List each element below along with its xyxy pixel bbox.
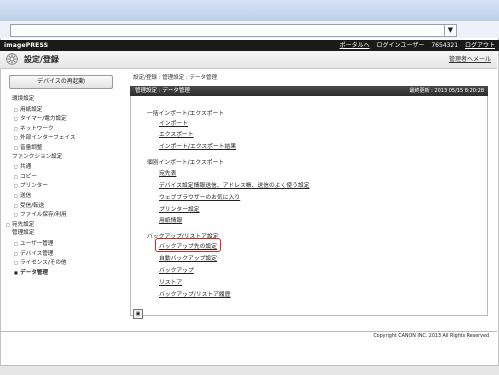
sidebar-item-timer-power[interactable]: □ タイマー/電力設定 bbox=[3, 114, 125, 124]
link-import-export-result[interactable]: インポート/エクスポート結果 bbox=[159, 141, 236, 150]
section-heading-bulk: 一括インポート/エクスポート bbox=[147, 111, 225, 117]
sidebar-item-label: タイマー/電力設定 bbox=[20, 116, 67, 123]
link-import[interactable]: インポート bbox=[159, 118, 188, 127]
brand-header: imagePRESS ポータルへ ログインユーザー 7654321 ログアウト bbox=[0, 40, 499, 51]
sidebar-item-label: コピー bbox=[20, 173, 37, 180]
sidebar-item-label: 共通 bbox=[20, 164, 32, 171]
sidebar-item-device-management[interactable]: □ デバイス管理 bbox=[3, 249, 125, 259]
link-backup-restore-history[interactable]: バックアップ/リストア履歴 bbox=[159, 289, 231, 298]
gear-icon bbox=[6, 53, 18, 65]
sidebar-item-common[interactable]: □ 共通 bbox=[3, 162, 125, 172]
address-dropdown-button[interactable]: ▼ bbox=[444, 24, 457, 37]
sidebar-item-label: プリンター bbox=[20, 183, 48, 190]
user-id: 7654321 bbox=[431, 42, 459, 49]
sidebar-item-label: ユーザー管理 bbox=[20, 240, 54, 247]
section-heading-individual: 個別インポート/エクスポート bbox=[147, 160, 225, 166]
last-updated: 最終更新 : 2013 05/15 8:20:28 bbox=[409, 88, 484, 94]
sidebar-nav: 環境設定 □ 用紙設定 □ タイマー/電力設定 □ ネットワーク □ 外部インターフェイ… bbox=[3, 95, 125, 277]
page-title: 設定/登録 bbox=[24, 55, 59, 64]
sidebar-item-label: データ管理 bbox=[20, 269, 48, 276]
panel-header: 管理設定 : データ管理 最終更新 : 2013 05/15 8:20:28 bbox=[130, 86, 488, 96]
sidebar-item-label: 外部インターフェイス bbox=[20, 135, 76, 142]
panel-title: 管理設定 : データ管理 bbox=[135, 88, 190, 94]
sidebar-item-license[interactable]: □ ライセンス/その他 bbox=[3, 258, 125, 268]
portal-link[interactable]: ポータルへ bbox=[340, 42, 370, 49]
sidebar-item-function[interactable]: ファンクション設定 bbox=[3, 153, 125, 163]
sidebar-item-data-management[interactable]: ■ データ管理 bbox=[3, 268, 125, 278]
sidebar-item-destination[interactable]: □ 宛先設定 bbox=[3, 220, 125, 230]
admin-mail-link[interactable]: 管理者へメール bbox=[449, 51, 491, 68]
page-top-icon[interactable]: ▣ bbox=[133, 309, 143, 319]
sidebar-item-label: 管理設定 bbox=[12, 230, 35, 237]
sidebar-item-label: 環境設定 bbox=[12, 96, 35, 102]
link-device-settings[interactable]: デバイス設定情報送信、アドレス帳、送信のよく使う設定 bbox=[159, 180, 310, 189]
sidebar-item-receive-forward[interactable]: □ 受信/転送 bbox=[3, 201, 125, 211]
top-links: ポータルへ ログインユーザー 7654321 ログアウト bbox=[335, 40, 495, 51]
sidebar-item-label: 用紙設定 bbox=[20, 106, 43, 113]
sidebar-item-file-store[interactable]: □ ファイル保存/利用 bbox=[3, 210, 125, 220]
link-address-book[interactable]: 宛先表 bbox=[159, 168, 176, 177]
breadcrumb: 設定/登録 : 管理設定 : データ管理 bbox=[133, 75, 218, 81]
sidebar-item-label: 音量調整 bbox=[20, 144, 43, 151]
sidebar-item-label: 宛先設定 bbox=[12, 221, 35, 228]
address-bar[interactable] bbox=[10, 24, 456, 37]
title-bar: 設定/登録 管理者へメール bbox=[0, 51, 497, 69]
login-user-label: ログインユーザー bbox=[376, 42, 425, 49]
sidebar-item-volume[interactable]: □ 音量調整 bbox=[3, 143, 125, 153]
browser-titlebar bbox=[0, 0, 499, 22]
logout-link[interactable]: ログアウト bbox=[465, 42, 495, 49]
sidebar-item-label: デバイス管理 bbox=[20, 250, 54, 257]
restart-device-button[interactable]: デバイスの再起動 bbox=[9, 75, 113, 89]
sidebar-item-management[interactable]: 管理設定 bbox=[3, 229, 125, 239]
brand-logo: imagePRESS bbox=[4, 42, 49, 49]
link-auto-backup[interactable]: 自動バックアップ設定 bbox=[159, 253, 217, 262]
sidebar-item-label: ファンクション設定 bbox=[12, 153, 63, 160]
sidebar-item-label: ファイル保存/利用 bbox=[20, 212, 67, 219]
highlight-box bbox=[155, 238, 221, 252]
link-restore[interactable]: リストア bbox=[159, 277, 182, 286]
sidebar-item-send[interactable]: □ 送信 bbox=[3, 191, 125, 201]
link-export[interactable]: エクスポート bbox=[159, 129, 194, 138]
sidebar-item-environment[interactable]: 環境設定 bbox=[3, 95, 125, 105]
sidebar-item-external-interface[interactable]: □ 外部インターフェイス bbox=[3, 133, 125, 143]
sidebar-item-user-management[interactable]: □ ユーザー管理 bbox=[3, 239, 125, 249]
footer: Copyright CANON INC. 2013 All Rights Res… bbox=[0, 331, 497, 343]
sidebar-item-network[interactable]: □ ネットワーク bbox=[3, 124, 125, 134]
sidebar-item-label: ネットワーク bbox=[20, 125, 54, 132]
sidebar-item-printer[interactable]: □ プリンター bbox=[3, 181, 125, 191]
sidebar-item-label: 送信 bbox=[20, 192, 32, 199]
link-printer-settings[interactable]: プリンター設定 bbox=[159, 204, 200, 213]
link-browser-favorites[interactable]: ウェブブラウザーのお気に入り bbox=[159, 192, 240, 201]
sidebar-item-copy[interactable]: □ コピー bbox=[3, 172, 125, 182]
sidebar-item-label: ライセンス/その他 bbox=[20, 260, 67, 267]
link-backup[interactable]: バックアップ bbox=[159, 265, 194, 274]
sidebar-item-paper-settings[interactable]: □ 用紙設定 bbox=[3, 105, 125, 115]
sidebar-item-label: 受信/転送 bbox=[20, 202, 45, 209]
link-paper-info[interactable]: 用紙情報 bbox=[159, 215, 182, 224]
copyright: Copyright CANON INC. 2013 All Rights Res… bbox=[373, 334, 489, 339]
